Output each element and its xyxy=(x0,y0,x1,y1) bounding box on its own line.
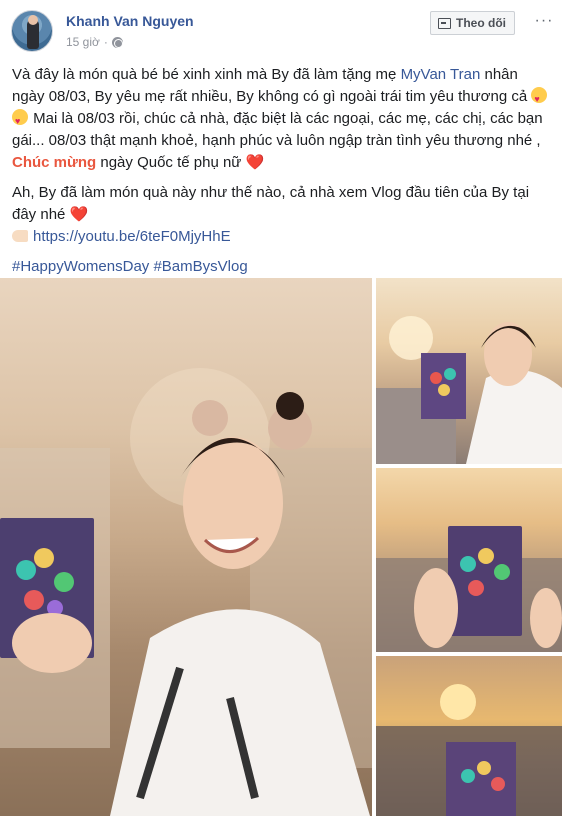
meta-separator: · xyxy=(103,35,108,49)
post-paragraph-2: Ah, By đã làm món quà này như thế nào, c… xyxy=(12,182,552,248)
thumb-1-art xyxy=(376,316,562,464)
heart-eyes-emoji-icon xyxy=(531,87,548,110)
thumb-2-art xyxy=(376,526,562,652)
photo-thumb-3[interactable] xyxy=(376,656,562,816)
post-header: Khanh Van Nguyen 15 giờ · Theo dõi ··· xyxy=(0,0,562,62)
main-photo-art xyxy=(0,368,372,816)
text-segment: ngày Quốc tế phụ nữ xyxy=(96,154,246,171)
heart-eyes-emoji-icon xyxy=(12,109,28,132)
follow-icon xyxy=(437,17,451,29)
post-paragraph-1: Và đây là món quà bé bé xinh xinh mà By … xyxy=(12,64,552,174)
heart-icon: ❤️ xyxy=(69,206,89,223)
author-name[interactable]: Khanh Van Nguyen xyxy=(66,13,194,29)
text-segment: Và đây là món quà bé bé xinh xinh mà By … xyxy=(12,66,401,83)
heart-icon: ❤️ xyxy=(245,154,265,171)
thumb-3-art xyxy=(376,684,562,816)
post-time[interactable]: 15 giờ xyxy=(66,35,100,49)
follow-label: Theo dõi xyxy=(456,16,506,30)
text-segment: Ah, By đã làm món quà này như thế nào, c… xyxy=(12,184,530,223)
follow-button[interactable]: Theo dõi xyxy=(430,11,515,35)
pointing-hand-icon xyxy=(12,230,28,242)
photo-grid xyxy=(0,278,562,816)
text-segment: Mai là 08/03 rồi, chúc cả nhà, đặc biệt … xyxy=(12,110,543,149)
hashtags[interactable]: #HappyWomensDay #BamBysVlog xyxy=(12,256,552,278)
mention-link[interactable]: MyVan Tran xyxy=(401,66,481,83)
avatar-head xyxy=(28,15,38,25)
youtube-link[interactable]: https://youtu.be/6teF0MjyHhE xyxy=(33,228,231,245)
photo-thumb-2[interactable] xyxy=(376,468,562,652)
highlight-text[interactable]: Chúc mừng xyxy=(12,154,96,171)
post-body: Và đây là món quà bé bé xinh xinh mà By … xyxy=(12,64,552,286)
globe-icon[interactable] xyxy=(111,36,123,48)
photo-thumb-1[interactable] xyxy=(376,278,562,464)
more-options-button[interactable]: ··· xyxy=(533,12,555,34)
main-photo[interactable] xyxy=(0,278,372,816)
post-meta: 15 giờ · xyxy=(66,35,123,49)
author-avatar[interactable] xyxy=(11,10,53,52)
